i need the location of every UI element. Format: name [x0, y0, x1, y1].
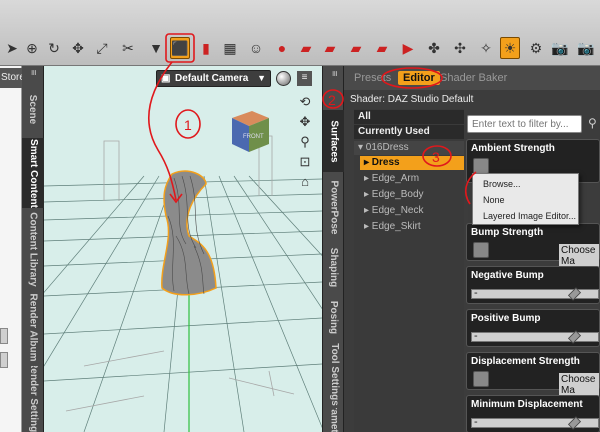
viewport-menu-icon[interactable]: ≡	[297, 71, 312, 86]
paint-icon[interactable]: ▰	[296, 37, 316, 59]
shader-name: Shader: DAZ Studio Default	[350, 94, 474, 105]
tree-currently-used[interactable]: Currently Used	[354, 125, 474, 139]
weight-icon[interactable]: ▰	[372, 37, 392, 59]
tree-all[interactable]: All	[354, 110, 474, 124]
camera-selector[interactable]: ▣ Default Camera ▼	[156, 70, 271, 87]
property-negative-bump: Negative Bump -	[466, 266, 600, 304]
property-panel: ⚲ Ambient Strength Bump Strength Choose …	[464, 109, 600, 432]
choose-map[interactable]: Choose Ma	[559, 244, 599, 268]
figure-icon[interactable]: ☺	[246, 37, 266, 59]
surfaces-tab-strip: ≡ Surfaces PowerPose Shaping Posing Tool…	[322, 66, 345, 432]
texture-map-button[interactable]	[473, 371, 489, 387]
rotate-icon[interactable]: ↻	[44, 37, 64, 59]
view-cube[interactable]	[232, 111, 269, 152]
tab-shaping[interactable]: Shaping	[323, 242, 345, 292]
slider-thumb[interactable]	[567, 287, 582, 301]
texture-icon[interactable]: ▮	[196, 37, 216, 59]
surface-tree: All Currently Used ▾ 016Dress ▸ Dress ▸ …	[354, 109, 474, 432]
translate-icon[interactable]: ✥	[68, 37, 88, 59]
choose-map[interactable]: Choose Ma	[559, 373, 599, 397]
tab-strip-menu-icon[interactable]: ≡	[22, 66, 44, 78]
search-icon[interactable]: ⚲	[588, 116, 597, 130]
chevron-down-icon: ▼	[257, 73, 266, 83]
joint-editor-icon[interactable]: ✂	[118, 37, 138, 59]
slider-thumb[interactable]	[567, 330, 582, 344]
brush-icon[interactable]: ▰	[320, 37, 340, 59]
minimum-displacement-slider[interactable]: -	[471, 416, 599, 430]
texture-map-button[interactable]	[473, 158, 489, 174]
camera-icon[interactable]: 📷	[550, 37, 570, 59]
tab-scene[interactable]: Scene	[22, 82, 44, 136]
pin-icon[interactable]: ✤	[424, 37, 444, 59]
zoom-icon[interactable]: ⚲	[296, 134, 314, 152]
tab-render-album[interactable]: Render Album	[22, 292, 44, 362]
light-icon[interactable]: ✧	[476, 37, 496, 59]
region-icon[interactable]: ▦	[220, 37, 240, 59]
property-minimum-displacement: Minimum Displacement -	[466, 395, 600, 432]
tree-item[interactable]: ▸ Edge_Body	[360, 188, 480, 202]
frame-icon[interactable]: ⊡	[296, 154, 314, 172]
panel-handle[interactable]	[0, 328, 8, 344]
tab-editor[interactable]: Editor	[398, 71, 440, 85]
render-icon[interactable]: ●	[272, 37, 292, 59]
3d-viewport[interactable]: FRONT ▣ Default Camera ▼ ≡ ⟲ ✥ ⚲ ⊡ ⌂	[44, 66, 322, 432]
tree-item[interactable]: ▸ Edge_Skirt	[360, 220, 480, 234]
daz-studio-window: ➤ ⊕ ↻ ✥ ⤢ ✂ ▼ ⬛ ▮ ▦ ☺ ● ▰ ▰ ▰ ▰ ▶ ✤ ✣ ✧ …	[0, 0, 600, 432]
grab-icon[interactable]: ✣	[450, 37, 470, 59]
orbit-icon[interactable]: ⟲	[296, 94, 314, 112]
tab-content-library[interactable]: Content Library	[22, 210, 44, 288]
menu-item-layered-image-editor[interactable]: Layered Image Editor...	[483, 211, 576, 221]
draw-style-sphere-icon[interactable]	[276, 71, 291, 86]
tree-item[interactable]: ▸ Edge_Arm	[360, 172, 480, 186]
tree-item-selected[interactable]: ▸ Dress	[360, 156, 474, 170]
universal-tool-icon[interactable]: ⊕	[22, 37, 42, 59]
positive-bump-slider[interactable]: -	[471, 330, 599, 344]
tab-parameters[interactable]: Parameters	[323, 408, 345, 432]
viewport-header: ▣ Default Camera ▼ ≡	[44, 66, 322, 90]
property-positive-bump: Positive Bump -	[466, 309, 600, 347]
pan-icon[interactable]: ✥	[296, 114, 314, 132]
menu-item-browse[interactable]: Browse...	[483, 179, 521, 189]
tab-render-settings[interactable]: Render Settings	[22, 366, 44, 432]
tree-group[interactable]: ▾ 016Dress	[354, 141, 474, 155]
tab-smart-content[interactable]: Smart Content	[22, 138, 44, 208]
funnel-icon[interactable]: ▼	[146, 37, 166, 59]
main-toolbar: ➤ ⊕ ↻ ✥ ⤢ ✂ ▼ ⬛ ▮ ▦ ☺ ● ▰ ▰ ▰ ▰ ▶ ✤ ✣ ✧ …	[0, 0, 600, 66]
texture-map-button[interactable]	[473, 242, 489, 258]
tree-item[interactable]: ▸ Edge_Neck	[360, 204, 480, 218]
tab-powerpose[interactable]: PowerPose	[323, 174, 345, 240]
scale-icon[interactable]: ⤢	[92, 37, 112, 59]
view-cube-label: FRONT	[243, 134, 264, 140]
texture-context-menu: Browse... None Layered Image Editor...	[472, 173, 579, 225]
tab-surfaces[interactable]: Surfaces	[323, 110, 345, 172]
surface-selection-icon[interactable]: ⬛	[170, 37, 190, 59]
spotlight-icon[interactable]: ☀	[500, 37, 520, 59]
negative-bump-slider[interactable]: -	[471, 287, 599, 301]
play-icon[interactable]: ▶	[398, 37, 418, 59]
property-bump-strength: Bump Strength Choose Ma	[466, 223, 600, 268]
render-camera-icon[interactable]: 📷	[576, 37, 596, 59]
camera-icon: ▣	[161, 73, 171, 84]
tab-strip-menu-icon[interactable]: ≡	[323, 66, 345, 80]
surfaces-pane: Presets Editor Shader Baker Shader: DAZ …	[344, 66, 600, 432]
panel-handle[interactable]	[0, 352, 8, 368]
store-tab[interactable]: Store	[0, 68, 24, 88]
tab-presets[interactable]: Presets	[354, 72, 391, 84]
tab-shader-baker[interactable]: Shader Baker	[440, 72, 507, 84]
viewport-grid: FRONT	[44, 111, 322, 432]
slider-thumb[interactable]	[567, 416, 582, 430]
left-content-panel	[0, 66, 22, 432]
filter-input[interactable]	[467, 115, 582, 133]
node-icon[interactable]: ▰	[346, 37, 366, 59]
pointer-icon[interactable]: ➤	[2, 37, 22, 59]
property-displacement-strength: Displacement Strength Choose Ma	[466, 352, 600, 397]
tab-posing[interactable]: Posing	[323, 294, 345, 340]
left-tab-strip: ≡ Scene Smart Content Content Library Re…	[22, 66, 44, 432]
home-icon[interactable]: ⌂	[296, 174, 314, 192]
render-settings-icon[interactable]: ⚙	[526, 37, 546, 59]
tab-tool-settings[interactable]: Tool Settings	[323, 342, 345, 406]
pane-tab-bar: Presets Editor Shader Baker	[344, 66, 600, 90]
menu-item-none[interactable]: None	[483, 195, 505, 205]
